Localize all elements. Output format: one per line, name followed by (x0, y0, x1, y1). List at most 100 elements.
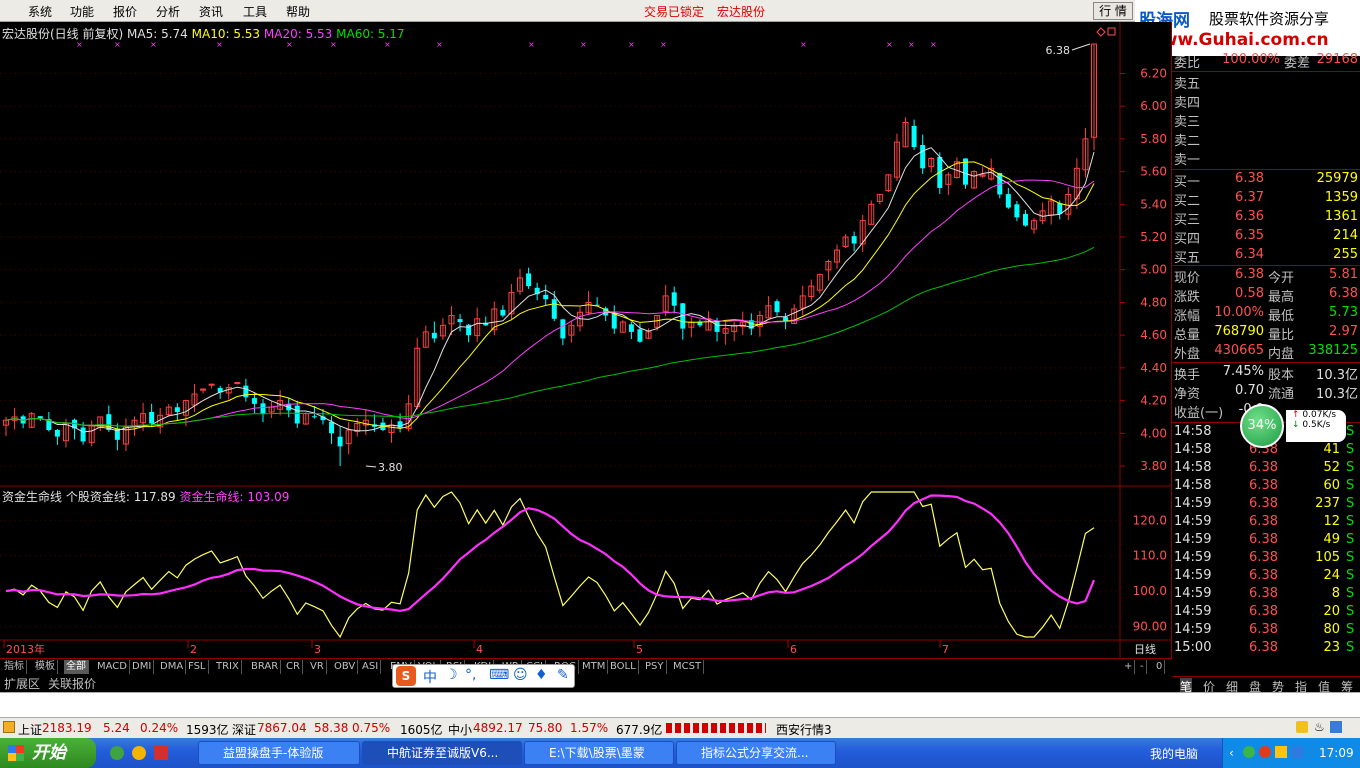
sell-row[interactable]: 卖三 (1172, 111, 1360, 130)
sogou-icon[interactable]: S (396, 666, 416, 686)
sell-row[interactable]: 卖五 (1172, 73, 1360, 92)
buy-row[interactable]: 买五 6.34 255 (1172, 247, 1360, 266)
tab-control-1[interactable]: - (1138, 660, 1147, 674)
sz-label[interactable]: 深证 (232, 721, 256, 738)
indicator-tab-dmi[interactable]: DMI (130, 660, 155, 674)
sell-row[interactable]: 卖二 (1172, 130, 1360, 149)
quote-row[interactable]: 涨幅 10.00% 最低 5.73 (1172, 305, 1360, 324)
tick-row[interactable]: 14:59 6.38 24 S (1172, 568, 1360, 586)
chart-canvas[interactable]: 6.20 6.00 5.80 5.60 5.40 5.20 5.00 4.80 4.60 4.40… (0, 22, 1172, 658)
indicator-tab-mcst[interactable]: MCST (671, 660, 705, 674)
app-icon[interactable] (154, 746, 168, 760)
command-bar[interactable] (0, 692, 1360, 718)
sh-label[interactable]: 上证 (18, 721, 42, 738)
user-icon[interactable]: ☺ (513, 667, 528, 683)
tick-row[interactable]: 14:59 6.38 237 S (1172, 496, 1360, 514)
tab-related-quote[interactable]: 关联报价 (48, 675, 96, 692)
indicator-tab-trix[interactable]: TRIX (214, 660, 242, 674)
kline-chart[interactable]: 6.20 6.00 5.80 5.60 5.40 5.20 5.00 4.80 4.60 4.40… (0, 22, 1172, 658)
ime-toolbar[interactable]: S 中 ☽ °, ⌨ ☺ ♦ ✎ (392, 664, 575, 688)
task-yimeng[interactable]: 益盟操盘手-体验版 (198, 741, 360, 765)
user-status-icon[interactable] (1330, 721, 1342, 733)
task-forum[interactable]: 指标公式分享交流... (676, 741, 836, 765)
buy-row[interactable]: 买二 6.37 1359 (1172, 190, 1360, 209)
tray-security-icon[interactable] (1259, 746, 1271, 758)
ime-mode-icon[interactable]: 中 (423, 667, 437, 687)
skin-icon[interactable]: ♦ (535, 667, 548, 683)
menu-info[interactable]: 资讯 (199, 3, 223, 20)
indicator-tab-cr[interactable]: CR (284, 660, 303, 674)
candle-down (774, 301, 780, 313)
clock[interactable]: 17:09 (1319, 746, 1354, 760)
help-icon[interactable] (1296, 721, 1308, 733)
signal-icon[interactable]: ♨ (1314, 720, 1325, 734)
tick-row[interactable]: 14:59 6.38 49 S (1172, 532, 1360, 550)
tab-control-2[interactable]: 0 (1154, 660, 1166, 674)
tick-row[interactable]: 14:59 6.38 80 S (1172, 622, 1360, 640)
tick-row[interactable]: 15:00 6.38 23 S (1172, 640, 1360, 658)
fund-row[interactable]: 净资 0.70 流通 10.3亿 (1172, 383, 1360, 402)
tab-extension[interactable]: 扩展区 (4, 675, 40, 692)
network-speed-widget[interactable]: 34% ↑ 0.07K/s ↓ 0.5K/s (1240, 404, 1348, 448)
punct-icon[interactable]: °, (465, 667, 476, 683)
quote-row[interactable]: 总量 768790 量比 2.97 (1172, 324, 1360, 343)
buy-row[interactable]: 买一 6.38 25979 (1172, 171, 1360, 190)
keyboard-icon[interactable]: ⌨ (489, 667, 509, 683)
wrench-icon[interactable]: ✎ (557, 667, 569, 683)
indicator-tab-boll[interactable]: BOLL (608, 660, 639, 674)
server-name[interactable]: 西安行情3 (776, 721, 832, 738)
tick-row[interactable]: 14:58 6.38 52 S (1172, 460, 1360, 478)
tick-row[interactable]: 14:58 6.38 60 S (1172, 478, 1360, 496)
indicator-tab-psy[interactable]: PSY (643, 660, 667, 674)
indicator-tab-fsl[interactable]: FSL (186, 660, 209, 674)
wei-row[interactable]: 委比 100.00% 委差 29168 (1172, 52, 1360, 71)
tray-chevron-icon[interactable]: ‹ (1229, 746, 1234, 760)
browser-icon[interactable] (132, 746, 146, 760)
ie-icon[interactable] (110, 746, 124, 760)
tick-row[interactable]: 14:59 6.38 105 S (1172, 550, 1360, 568)
indicator-tab-全部[interactable]: 全部 (64, 660, 89, 674)
menu-analysis[interactable]: 分析 (156, 3, 180, 20)
indicator-tab-模板[interactable]: 模板 (33, 660, 58, 674)
menu-quote[interactable]: 报价 (113, 3, 137, 20)
tick-row[interactable]: 14:59 6.38 12 S (1172, 514, 1360, 532)
task-explorer[interactable]: E:\下载\股票\墨蒙 (524, 741, 674, 765)
tray-app-icon[interactable] (1243, 746, 1255, 758)
quote-button[interactable]: 行 情 (1093, 2, 1133, 20)
indicator-tab-asi[interactable]: ASI (360, 660, 382, 674)
tray-network-icon[interactable] (1291, 746, 1303, 758)
indicator-name: 资金生命线 (2, 490, 63, 504)
menu-system[interactable]: 系统 (28, 3, 52, 20)
buy-row[interactable]: 买四 6.35 214 (1172, 228, 1360, 247)
moon-icon[interactable]: ☽ (445, 667, 458, 683)
quote-row[interactable]: 外盘 430665 内盘 338125 (1172, 343, 1360, 362)
sell-row[interactable]: 卖四 (1172, 92, 1360, 111)
task-zhonghang[interactable]: 中航证券至诚版V6... (362, 741, 522, 765)
indicator-tab-obv[interactable]: OBV (332, 660, 359, 674)
my-computer-label[interactable]: 我的电脑 (1150, 745, 1198, 762)
zx-label[interactable]: 中小 (448, 721, 472, 738)
fund-row[interactable]: 换手 7.45% 股本 10.3亿 (1172, 364, 1360, 383)
indicator-tab-指标[interactable]: 指标 (2, 660, 27, 674)
menu-function[interactable]: 功能 (70, 3, 94, 20)
index-icon[interactable] (3, 721, 15, 733)
indicator-tab-vr[interactable]: VR (308, 660, 327, 674)
menu-tools[interactable]: 工具 (243, 3, 267, 20)
price-tick-label: 4.40 (1140, 361, 1167, 375)
indicator-tab-mtm[interactable]: MTM (580, 660, 609, 674)
speed-percent[interactable]: 34% (1240, 404, 1284, 448)
indicator-tab-dma[interactable]: DMA (158, 660, 187, 674)
tick-row[interactable]: 14:59 6.38 8 S (1172, 586, 1360, 604)
buy-row[interactable]: 买三 6.36 1361 (1172, 209, 1360, 228)
tab-control-0[interactable]: + (1122, 660, 1136, 674)
indicator-tab-macd[interactable]: MACD (95, 660, 130, 674)
start-button[interactable]: 开始 (0, 738, 96, 768)
quote-row[interactable]: 涨跌 0.58 最高 6.38 (1172, 286, 1360, 305)
quote-row[interactable]: 现价 6.38 今开 5.81 (1172, 267, 1360, 286)
tray-volume-icon[interactable] (1275, 746, 1287, 758)
indicator-tab-brar[interactable]: BRAR (249, 660, 282, 674)
lock-status[interactable]: 交易已锁定 (644, 3, 704, 20)
sell-row[interactable]: 卖一 (1172, 149, 1360, 168)
menu-help[interactable]: 帮助 (286, 3, 310, 20)
tick-row[interactable]: 14:59 6.38 20 S (1172, 604, 1360, 622)
